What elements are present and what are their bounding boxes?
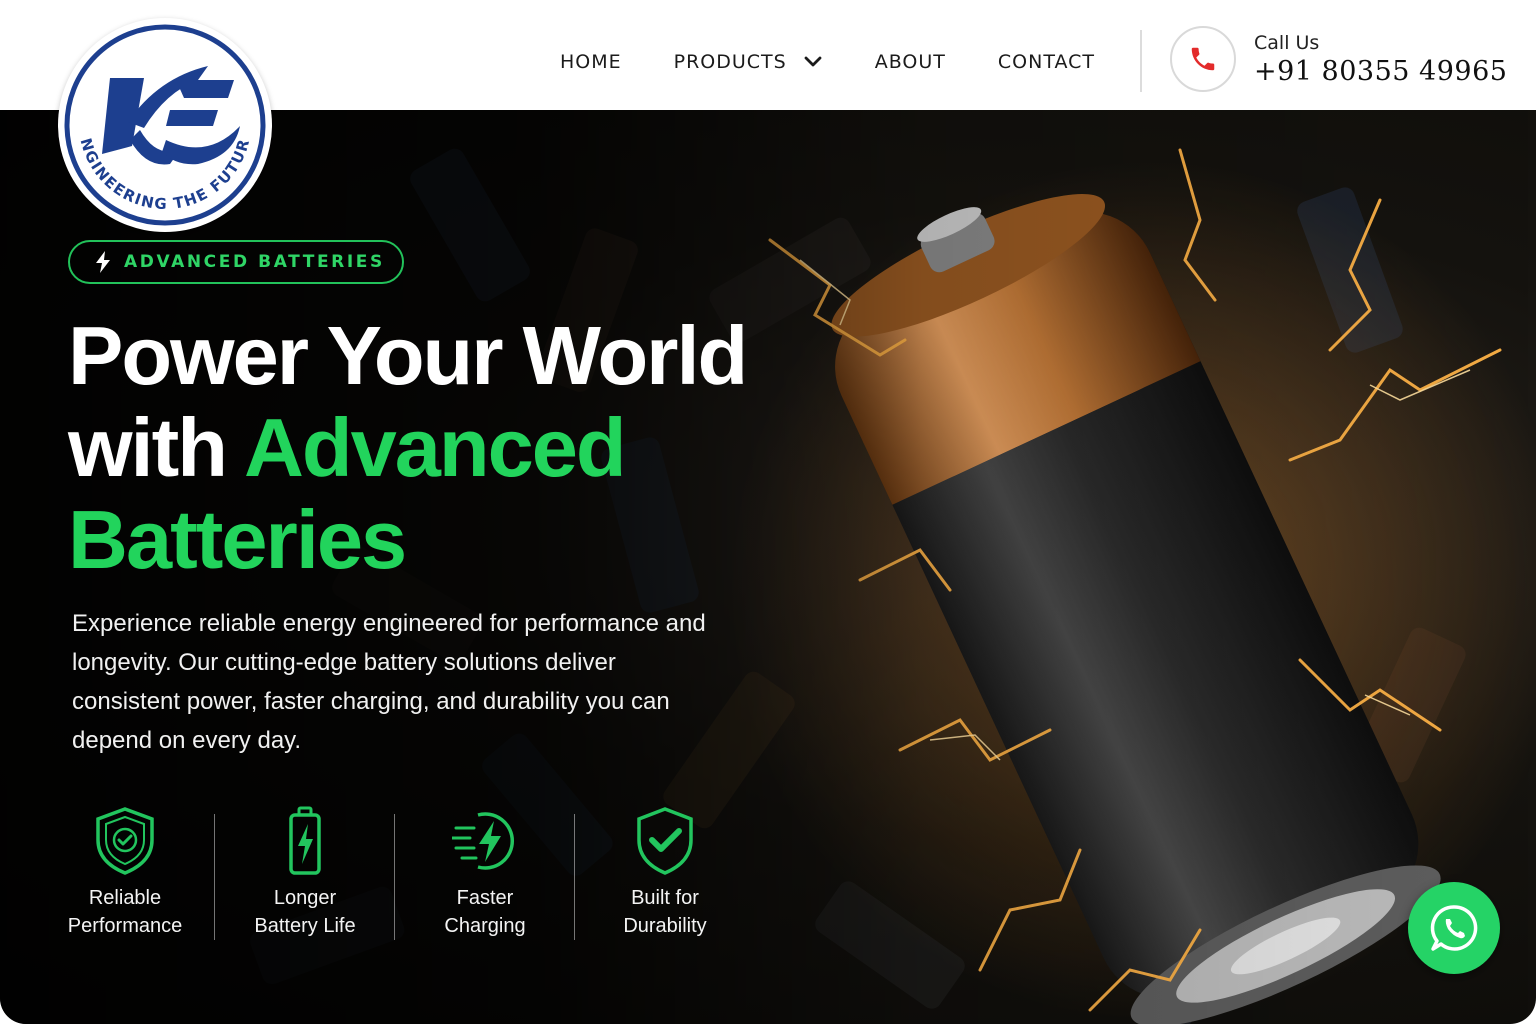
nav-contact[interactable]: CONTACT [998,51,1095,73]
feature-line-1: Built for [631,887,699,909]
nav-home-label: HOME [560,51,622,73]
feature-divider [394,814,395,940]
hero-headline: Power Your World with Advanced Batteries [68,310,828,586]
nav-contact-label: CONTACT [997,51,1096,73]
badge-label: ADVANCED BATTERIES [124,252,385,272]
feature-line-2: Durability [623,915,707,937]
feature-line-2: Battery Life [254,915,356,937]
feature-line-2: Charging [444,915,526,937]
feature-divider [574,814,575,940]
feature-faster-charging: Faster Charging [394,806,570,940]
call-label: Call Us [1254,31,1320,54]
headline-line-1: Power Your World [68,309,748,402]
headline-highlight-batteries: Batteries [68,493,407,586]
header-divider [1140,30,1142,92]
hero-section: ADVANCED BATTERIES Power Your World with… [0,110,1536,1024]
hero-description: Experience reliable energy engineered fo… [72,610,706,754]
lightning-icon [96,251,110,273]
page-frame: HOME PRODUCTS ABOUT CONTACT Call Us +91 … [0,0,1536,1024]
nav-home[interactable]: HOME [560,51,622,73]
phone-number[interactable]: +91 80355 49965 [1254,56,1507,87]
headline-highlight-advanced: Advanced [243,401,627,494]
call-text: Call Us +91 80355 49965 [1254,32,1507,87]
chevron-down-icon [804,56,822,67]
main-nav: HOME PRODUCTS ABOUT CONTACT [560,48,1147,76]
headline-with: with [68,401,244,494]
feature-label: Reliable Performance [68,884,183,940]
site-logo[interactable]: ENGINEERING THE FUTURE [52,4,272,232]
phone-button[interactable] [1170,26,1236,92]
feature-list: Reliable Performance Longer Battery Life [40,806,750,940]
nav-about-label: ABOUT [874,51,946,73]
feature-built-for-durability: Built for Durability [574,806,750,940]
feature-label: Built for Durability [623,884,706,940]
feature-longer-battery-life: Longer Battery Life [214,806,390,940]
category-badge: ADVANCED BATTERIES [68,240,404,284]
call-us-block[interactable]: Call Us +91 80355 49965 [1170,26,1507,92]
nav-about[interactable]: ABOUT [875,51,946,73]
phone-icon [1191,47,1215,71]
feature-label: Faster Charging [444,884,525,940]
whatsapp-button[interactable] [1408,882,1500,974]
whatsapp-icon [1430,905,1478,951]
feature-line-2: Performance [67,915,183,937]
feature-reliable-performance: Reliable Performance [40,806,210,940]
feature-line-1: Longer [273,887,337,909]
feature-line-1: Faster [456,887,514,909]
battery-bolt-icon [289,806,321,875]
logo-mark: ENGINEERING THE FUTURE [52,4,266,226]
fast-charge-icon [452,812,514,870]
shield-check-icon [96,807,154,875]
nav-products[interactable]: PRODUCTS [674,51,823,73]
feature-line-1: Reliable [88,887,162,909]
feature-label: Longer Battery Life [254,884,355,940]
feature-divider [214,814,215,940]
nav-products-label: PRODUCTS [673,51,787,73]
shield-check-filled-icon [637,807,693,875]
